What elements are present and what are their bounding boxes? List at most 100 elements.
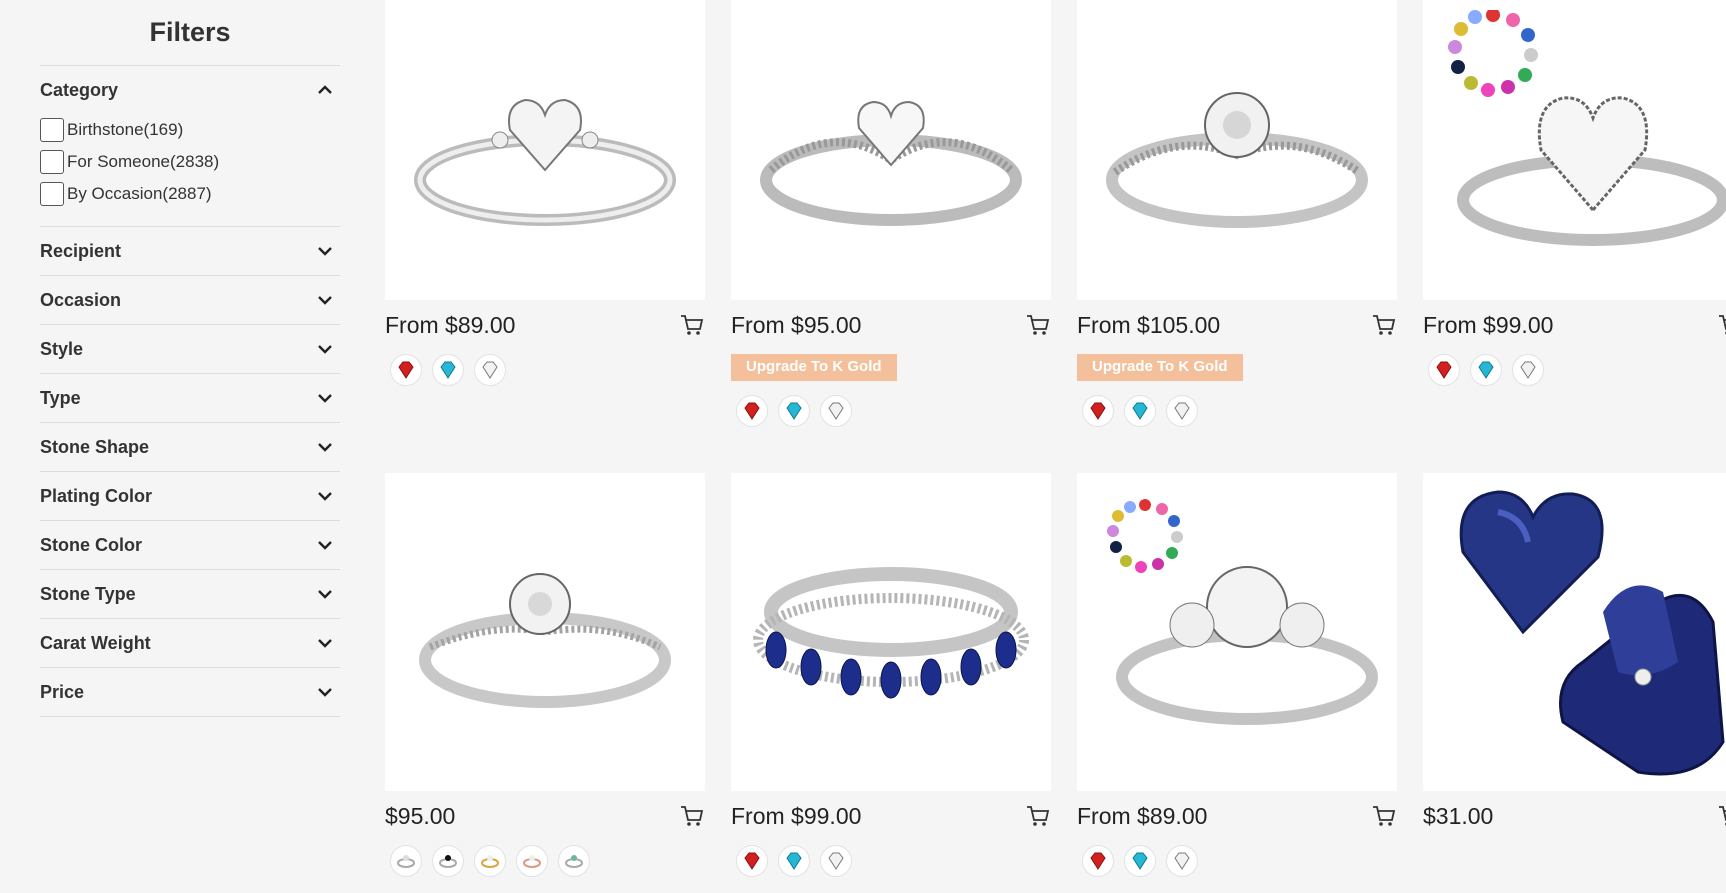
product-image[interactable] [1077, 473, 1397, 791]
cart-icon[interactable] [1025, 803, 1051, 829]
diamond-gem-icon[interactable] [1512, 354, 1544, 386]
filter-label: Stone Color [40, 534, 142, 555]
chevron-down-icon [318, 443, 332, 452]
product-image[interactable] [385, 0, 705, 300]
diamond-gem-icon[interactable] [474, 354, 506, 386]
black-ring-swatch-icon[interactable] [432, 845, 464, 877]
product-card[interactable]: $31.00 [1423, 473, 1726, 831]
filter-header-price[interactable]: Price [40, 668, 340, 716]
ruby-gem-icon[interactable] [1082, 845, 1114, 877]
option-label: By Occasion(2887) [67, 184, 212, 203]
upgrade-gold-badge[interactable]: Upgrade To K Gold [1077, 354, 1243, 381]
category-option-birthstone[interactable]: Birthstone(169) [40, 114, 340, 146]
filter-section-price: Price [40, 668, 340, 717]
filter-section-type: Type [40, 374, 340, 423]
chevron-down-icon [318, 541, 332, 550]
product-price: $31.00 [1423, 802, 1494, 829]
product-image[interactable] [385, 473, 705, 791]
diamond-gem-icon[interactable] [820, 845, 852, 877]
filter-label: Stone Type [40, 583, 136, 604]
ruby-gem-icon[interactable] [736, 845, 768, 877]
rose-gold-ring-swatch-icon[interactable] [516, 845, 548, 877]
product-image[interactable] [731, 0, 1051, 300]
filter-header-stone-shape[interactable]: Stone Shape [40, 423, 340, 471]
filter-section-style: Style [40, 325, 340, 374]
product-card[interactable]: From $99.00 [1423, 0, 1726, 386]
category-option-by-occasion[interactable]: By Occasion(2887) [40, 178, 340, 210]
halo-heart-ring-icon [1448, 10, 1726, 246]
sapphire-band-icon [753, 567, 1029, 699]
cart-icon[interactable] [1371, 312, 1397, 338]
filter-header-stone-type[interactable]: Stone Type [40, 570, 340, 618]
filter-section-plating-color: Plating Color [40, 472, 340, 521]
aquamarine-gem-icon[interactable] [1124, 395, 1156, 427]
filter-header-type[interactable]: Type [40, 374, 340, 422]
heart-ring-icon [414, 98, 676, 226]
filter-header-recipient[interactable]: Recipient [40, 227, 340, 275]
cart-icon[interactable] [1025, 312, 1051, 338]
chevron-down-icon [318, 394, 332, 403]
diamond-gem-icon[interactable] [1166, 395, 1198, 427]
ruby-gem-icon[interactable] [736, 395, 768, 427]
product-card[interactable]: From $105.00 Upgrade To K Gold [1077, 0, 1397, 427]
filter-header-style[interactable]: Style [40, 325, 340, 373]
product-price: From $105.00 [1077, 311, 1221, 338]
ruby-gem-icon[interactable] [390, 354, 422, 386]
product-card[interactable]: From $89.00 [385, 0, 705, 386]
aquamarine-gem-icon[interactable] [1470, 354, 1502, 386]
product-card[interactable]: From $89.00 [1077, 473, 1397, 877]
silver-ring-swatch-icon[interactable] [390, 845, 422, 877]
filter-section-stone-color: Stone Color [40, 521, 340, 570]
gold-ring-swatch-icon[interactable] [474, 845, 506, 877]
option-label: Birthstone(169) [67, 120, 184, 139]
product-image[interactable] [731, 473, 1051, 791]
green-ring-swatch-icon[interactable] [558, 845, 590, 877]
filter-label: Price [40, 681, 85, 702]
filter-section-recipient: Recipient [40, 227, 340, 276]
cart-icon[interactable] [1717, 803, 1726, 829]
product-price: From $89.00 [1077, 802, 1208, 829]
product-image[interactable] [1423, 0, 1726, 300]
cart-icon[interactable] [679, 803, 705, 829]
filter-label: Type [40, 387, 81, 408]
checkbox[interactable] [40, 150, 64, 174]
product-price: From $89.00 [385, 311, 516, 338]
cart-icon[interactable] [1717, 312, 1726, 338]
swatch-list [731, 845, 1051, 877]
cart-icon[interactable] [679, 312, 705, 338]
checkbox[interactable] [40, 182, 64, 206]
filter-label: Category [40, 79, 119, 100]
checkbox[interactable] [40, 118, 64, 142]
aquamarine-gem-icon[interactable] [778, 395, 810, 427]
filter-section-stone-shape: Stone Shape [40, 423, 340, 472]
ruby-gem-icon[interactable] [1082, 395, 1114, 427]
filter-header-carat-weight[interactable]: Carat Weight [40, 619, 340, 667]
upgrade-gold-badge[interactable]: Upgrade To K Gold [731, 354, 897, 381]
filter-header-stone-color[interactable]: Stone Color [40, 521, 340, 569]
filter-label: Plating Color [40, 485, 152, 506]
filter-section-category: Category Birthstone(169) For Someone(283… [40, 66, 340, 227]
category-options: Birthstone(169) For Someone(2838) By Occ… [40, 114, 340, 226]
filter-header-plating-color[interactable]: Plating Color [40, 472, 340, 520]
product-image[interactable] [1423, 473, 1726, 791]
aquamarine-gem-icon[interactable] [1124, 845, 1156, 877]
product-card[interactable]: From $95.00 Upgrade To K Gold [731, 0, 1051, 427]
aquamarine-gem-icon[interactable] [778, 845, 810, 877]
diamond-gem-icon[interactable] [1166, 845, 1198, 877]
chevron-down-icon [318, 247, 332, 256]
filter-header-occasion[interactable]: Occasion [40, 276, 340, 324]
aquamarine-gem-icon[interactable] [432, 354, 464, 386]
product-price: From $99.00 [1423, 311, 1554, 338]
product-card[interactable]: $95.00 [385, 473, 705, 877]
category-option-for-someone[interactable]: For Someone(2838) [40, 146, 340, 178]
product-image[interactable] [1077, 0, 1397, 300]
cart-icon[interactable] [1371, 803, 1397, 829]
ruby-gem-icon[interactable] [1428, 354, 1460, 386]
product-card[interactable]: From $99.00 [731, 473, 1051, 877]
swatch-list [385, 845, 705, 877]
diamond-gem-icon[interactable] [820, 395, 852, 427]
filter-header-category[interactable]: Category [40, 66, 340, 114]
swatch-list [385, 354, 705, 386]
swatch-list [1077, 845, 1397, 877]
swatch-list [1077, 395, 1397, 427]
